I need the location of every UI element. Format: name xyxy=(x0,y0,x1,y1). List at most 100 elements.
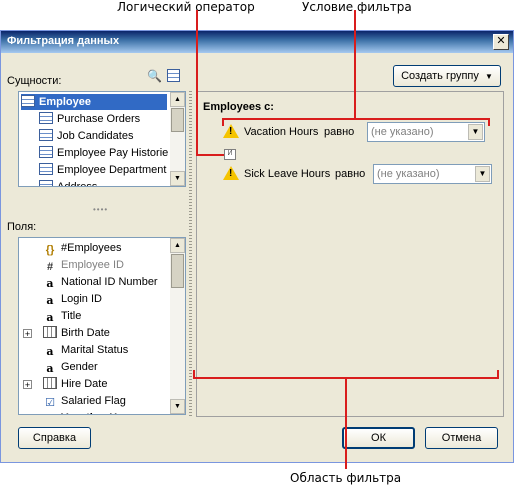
text-icon: a xyxy=(46,311,54,324)
field-item[interactable]: a Title xyxy=(43,308,81,324)
boolean-icon: ☑ xyxy=(45,397,55,409)
entity-label: Job Candidates xyxy=(57,130,134,142)
date-icon xyxy=(43,377,57,389)
related-entity-icon xyxy=(39,112,53,124)
filter-area[interactable]: Employees с: Vacation Hours равно (не ук… xyxy=(196,91,504,417)
field-item[interactable]: {} #Employees xyxy=(43,240,122,256)
logical-operator-toggle[interactable]: И xyxy=(224,149,236,160)
scroll-up-icon[interactable]: ▲ xyxy=(170,238,185,253)
condition-row: Vacation Hours равно xyxy=(223,124,354,141)
scroll-down-icon[interactable]: ▼ xyxy=(170,399,185,414)
callout-line xyxy=(354,10,356,120)
number-icon: # xyxy=(43,414,57,415)
dialog-title: Фильтрация данных xyxy=(7,35,120,47)
help-button[interactable]: Справка xyxy=(18,427,91,449)
create-group-button[interactable]: Создать группу ▼ xyxy=(393,65,501,87)
condition-operator[interactable]: равно xyxy=(324,126,354,138)
condition-value-combo[interactable]: (не указано) ▼ xyxy=(367,122,485,142)
scroll-up-icon[interactable]: ▲ xyxy=(170,92,185,107)
condition-field[interactable]: Vacation Hours xyxy=(244,126,318,138)
field-label: Employee ID xyxy=(61,259,124,271)
entity-label: Employee Pay Historie xyxy=(57,147,169,159)
field-label: National ID Number xyxy=(61,276,158,288)
create-group-label: Создать группу xyxy=(401,70,479,82)
entities-label: Сущности: xyxy=(7,75,62,87)
condition-value-combo[interactable]: (не указано) ▼ xyxy=(373,164,492,184)
callout-line xyxy=(196,10,198,156)
entity-label: Employee xyxy=(39,96,91,108)
expand-icon[interactable]: + xyxy=(23,329,32,339)
scroll-thumb[interactable] xyxy=(171,108,184,132)
condition-operator[interactable]: равно xyxy=(335,168,365,180)
number-icon: # xyxy=(46,261,54,273)
entity-item[interactable]: Employee Department xyxy=(39,162,166,178)
filter-dialog: Фильтрация данных ✕ Сущности: 🔍 Employee… xyxy=(0,30,514,463)
splitter-grip[interactable]: •••• xyxy=(93,205,108,214)
text-icon: a xyxy=(46,345,54,358)
entity-item[interactable]: Employee xyxy=(21,94,167,110)
field-item[interactable]: a Login ID xyxy=(43,291,102,307)
condition-row: Sick Leave Hours равно xyxy=(223,166,365,183)
entity-item[interactable]: Employee Pay Historie xyxy=(39,145,168,161)
field-label: Login ID xyxy=(61,293,102,305)
callout-bracket xyxy=(222,118,224,126)
condition-value-placeholder: (не указано) xyxy=(377,168,440,180)
entity-item[interactable]: Job Candidates xyxy=(39,128,133,144)
callout-bracket xyxy=(193,370,195,379)
logical-operator-label: И xyxy=(227,150,233,157)
condition-field[interactable]: Sick Leave Hours xyxy=(244,168,330,180)
title-bar: Фильтрация данных ✕ xyxy=(1,31,513,53)
field-label: Marital Status xyxy=(61,344,129,356)
callout-bracket xyxy=(488,118,490,126)
field-item[interactable]: a National ID Number xyxy=(43,274,158,290)
field-label: Salaried Flag xyxy=(61,395,126,407)
entity-icon xyxy=(21,95,35,107)
field-item[interactable]: # Employee ID xyxy=(43,257,124,273)
entities-scrollbar[interactable]: ▲ ▼ xyxy=(170,92,185,186)
fields-label: Поля: xyxy=(7,221,37,233)
related-entity-icon xyxy=(39,180,53,186)
callout-filter-area: Область фильтра xyxy=(290,471,402,485)
field-label: Title xyxy=(61,310,82,322)
field-item[interactable]: # Vacation Hours xyxy=(43,410,141,415)
field-label: Hire Date xyxy=(61,378,108,390)
text-icon: a xyxy=(46,294,54,307)
related-entity-icon xyxy=(39,163,53,175)
entity-view-icon[interactable] xyxy=(167,69,180,82)
field-item[interactable]: a Marital Status xyxy=(43,342,128,358)
condition-value-placeholder: (не указано) xyxy=(371,126,434,138)
field-label: Gender xyxy=(61,361,98,373)
close-button[interactable]: ✕ xyxy=(493,34,509,50)
field-label: #Employees xyxy=(61,242,122,254)
callout-line xyxy=(345,377,347,469)
vertical-splitter[interactable] xyxy=(189,91,192,417)
field-item[interactable]: a Gender xyxy=(43,359,98,375)
warning-icon xyxy=(223,166,239,180)
field-item[interactable]: ☑ Salaried Flag xyxy=(43,393,126,409)
ok-button[interactable]: ОК xyxy=(342,427,415,449)
fields-scrollbar[interactable]: ▲ ▼ xyxy=(170,238,185,414)
search-icon[interactable]: 🔍 xyxy=(147,69,162,83)
related-entity-icon xyxy=(39,129,53,141)
entity-item[interactable]: Purchase Orders xyxy=(39,111,140,127)
text-icon: a xyxy=(46,362,54,375)
filter-header: Employees с: xyxy=(203,101,274,113)
chevron-down-icon[interactable]: ▼ xyxy=(468,124,483,140)
scroll-thumb[interactable] xyxy=(171,254,184,288)
expand-icon[interactable]: + xyxy=(23,380,32,390)
scroll-down-icon[interactable]: ▼ xyxy=(170,171,185,186)
entities-list[interactable]: Employee Purchase Orders Job Candidates Emp… xyxy=(18,91,186,187)
fields-list[interactable]: {} #Employees # Employee ID a National ID Num… xyxy=(18,237,186,415)
entity-label: Employee Department xyxy=(57,164,167,176)
close-icon: ✕ xyxy=(496,35,506,47)
expand-icon[interactable]: + xyxy=(23,414,32,415)
field-item[interactable]: Birth Date xyxy=(43,325,110,341)
text-icon: a xyxy=(46,277,54,290)
expression-icon: {} xyxy=(45,244,55,256)
entity-item[interactable]: Address xyxy=(39,179,97,186)
field-item[interactable]: Hire Date xyxy=(43,376,107,392)
chevron-down-icon[interactable]: ▼ xyxy=(475,166,490,182)
related-entity-icon xyxy=(39,146,53,158)
callout-line xyxy=(196,154,224,156)
cancel-button[interactable]: Отмена xyxy=(425,427,498,449)
